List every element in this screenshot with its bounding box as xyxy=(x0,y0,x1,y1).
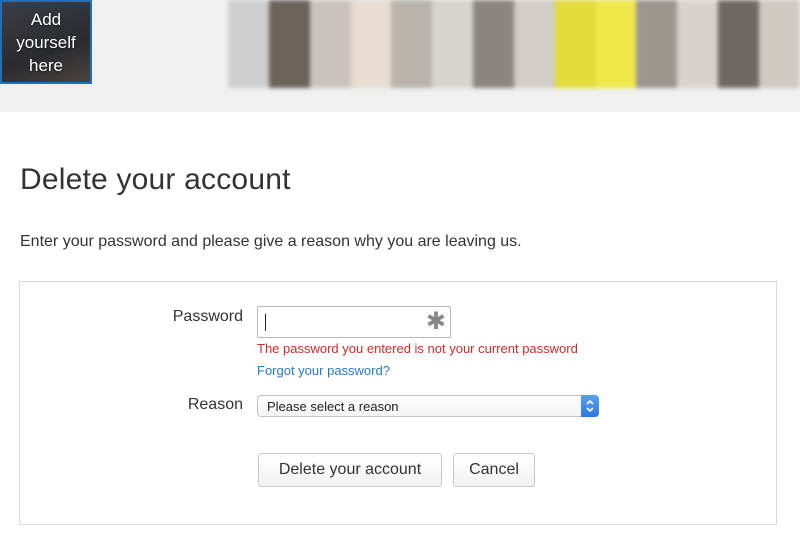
cancel-button[interactable]: Cancel xyxy=(453,453,535,487)
member-photo xyxy=(595,0,637,88)
required-asterisk-icon: ✱ xyxy=(425,308,446,335)
intro-text: Enter your password and please give a re… xyxy=(20,233,522,250)
top-banner: Add yourself here xyxy=(0,0,800,112)
add-yourself-tile[interactable]: Add yourself here xyxy=(0,0,92,84)
member-photo xyxy=(268,0,310,88)
reason-selected-value: Please select a reason xyxy=(267,399,399,414)
member-photo xyxy=(513,0,555,88)
member-photo xyxy=(432,0,474,88)
select-updown-arrows-icon[interactable] xyxy=(581,395,599,417)
member-photo xyxy=(636,0,678,88)
member-photo xyxy=(391,0,433,88)
member-photo xyxy=(473,0,514,88)
reason-select[interactable]: Please select a reason xyxy=(257,395,599,417)
reason-label: Reason xyxy=(187,396,243,413)
page-title: Delete your account xyxy=(20,163,291,196)
password-field[interactable]: ✱ xyxy=(257,306,451,338)
member-photo xyxy=(554,0,596,88)
add-yourself-label: Add yourself here xyxy=(16,9,76,75)
member-photo xyxy=(758,0,800,88)
member-photo-strip xyxy=(228,0,800,88)
member-photo xyxy=(677,0,719,88)
delete-account-button[interactable]: Delete your account xyxy=(258,453,442,487)
add-yourself-photo: Add yourself here xyxy=(2,2,90,82)
forgot-password-link[interactable]: Forgot your password? xyxy=(257,363,390,378)
password-input[interactable] xyxy=(258,307,426,337)
text-caret xyxy=(265,314,266,331)
password-error-message: The password you entered is not your cur… xyxy=(257,341,578,356)
member-photo xyxy=(350,0,392,88)
password-label: Password xyxy=(172,308,243,325)
member-photo xyxy=(718,0,759,88)
member-photo xyxy=(228,0,269,88)
member-photo xyxy=(309,0,351,88)
